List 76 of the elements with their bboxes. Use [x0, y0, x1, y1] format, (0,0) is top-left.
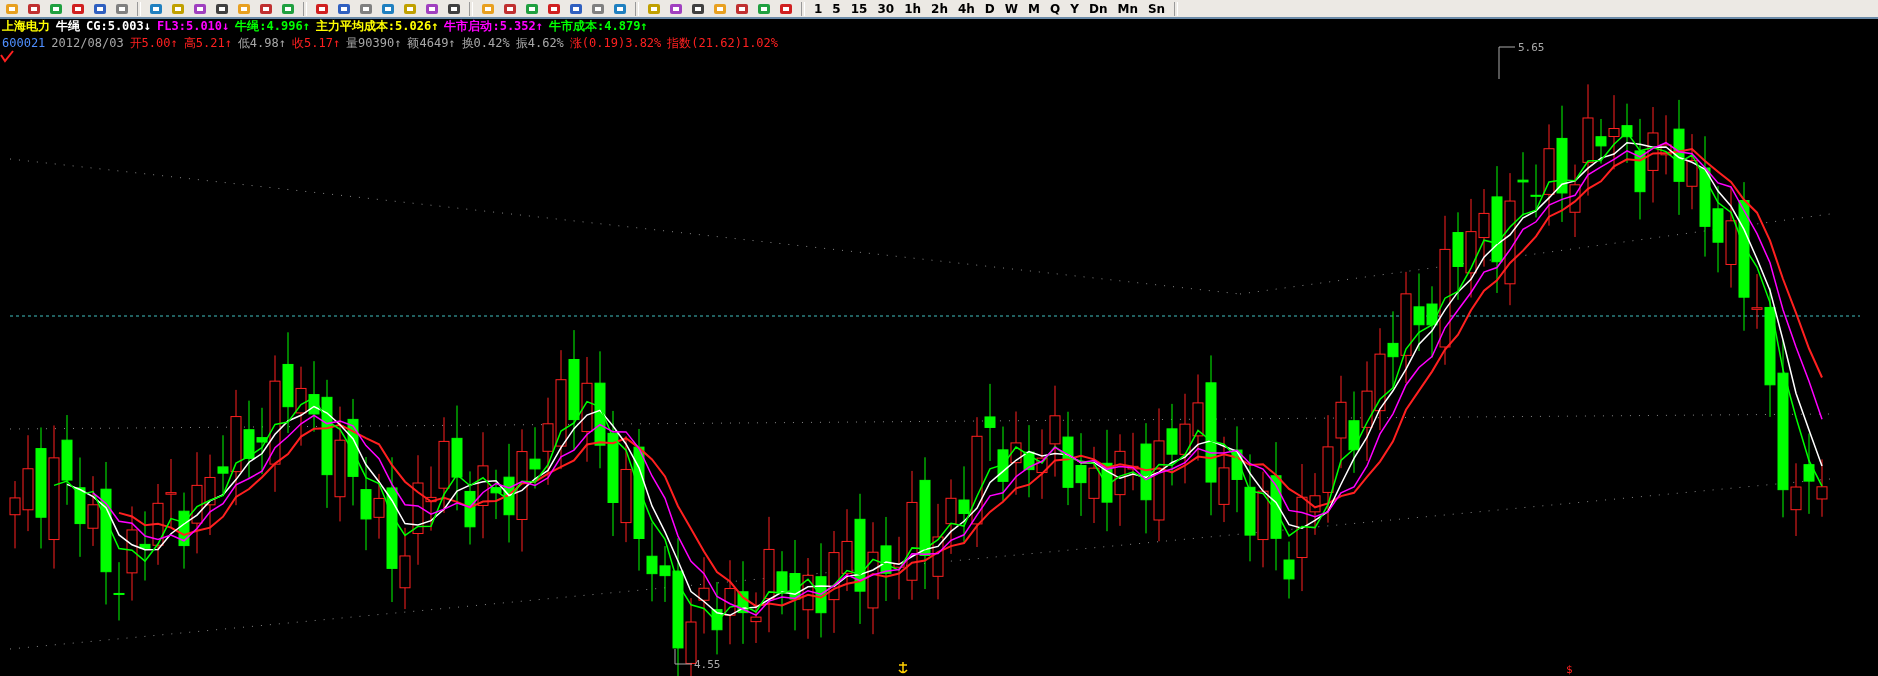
toolbar-glyph-icon: [669, 2, 683, 15]
indicator-value: 牛绳:4.996↑: [235, 19, 310, 34]
indicator-value: 牛市成本:4.879↑: [549, 19, 648, 34]
timeframe-button[interactable]: 4h: [953, 1, 979, 16]
quote-value: 2012/08/03: [51, 36, 124, 51]
toolbar-glyph-icon: [569, 2, 583, 15]
high-price-label: 5.65: [1518, 41, 1545, 54]
toolbar-glyph-icon: [757, 2, 771, 15]
quote-value: 低4.98↑: [237, 36, 286, 51]
timeframe-button[interactable]: 5: [828, 1, 845, 16]
quote-value: 指数(21.62)1.02%: [667, 36, 779, 51]
indicator-value: CG:5.003↓: [86, 19, 152, 34]
toolbar-glyph-icon: [425, 2, 439, 15]
toolbar-glyph-icon: [215, 2, 229, 15]
indicator-value: FL3:5.010↓: [157, 19, 230, 34]
toolbar-glyph-icon: [315, 2, 329, 15]
timeframe-button[interactable]: 30: [873, 1, 899, 16]
toolbar-glyph-icon: [503, 2, 517, 15]
toolbar-glyph-icon: [193, 2, 207, 15]
indicator-value: 上海电力: [2, 19, 50, 34]
toolbar-glyph-icon: [403, 2, 417, 15]
low-price-label: 4.55: [694, 658, 721, 671]
toolbar-glyph-icon: [259, 2, 273, 15]
timeframe-button[interactable]: Q: [1046, 1, 1065, 16]
timeframe-button[interactable]: 1: [810, 1, 827, 16]
timeframe-button[interactable]: D: [980, 1, 999, 16]
toolbar-glyph-icon: [337, 2, 351, 15]
anchor-icon: [898, 661, 908, 674]
toolbar-glyph-icon: [547, 2, 561, 15]
toolbar-glyph-icon: [779, 2, 793, 15]
toolbar-glyph-icon: [481, 2, 495, 15]
quote-value: 600021: [2, 36, 46, 51]
toolbar-glyph-icon: [691, 2, 705, 15]
toolbar-glyph-icon: [281, 2, 295, 15]
toolbar-glyph-icon: [591, 2, 605, 15]
toolbar-glyph-icon: [49, 2, 63, 15]
quote-value: 换0.42%: [461, 36, 510, 51]
timeframe-button[interactable]: W: [1000, 1, 1023, 16]
toolbar-glyph-icon: [447, 2, 461, 15]
quote-value: 收5.17↑: [292, 36, 341, 51]
toolbar-glyph-icon: [713, 2, 727, 15]
toolbar-glyph-icon: [525, 2, 539, 15]
toolbar-glyph-icon: [237, 2, 251, 15]
toolbar-glyph-icon: [27, 2, 41, 15]
quote-value: 涨(0.19)3.82%: [569, 36, 662, 51]
timeframe-button[interactable]: Mn: [1113, 1, 1142, 16]
toolbar-glyph-icon: [381, 2, 395, 15]
check-icon: [0, 50, 14, 63]
toolbar-glyph-icon: [613, 2, 627, 15]
toolbar-glyph-icon: [115, 2, 129, 15]
timeframe-button[interactable]: 15: [846, 1, 872, 16]
timeframe-button[interactable]: Dn: [1084, 1, 1112, 16]
leader-line: [674, 648, 693, 665]
indicator-value: 主力平均成本:5.026↑: [315, 19, 439, 34]
toolbar-glyph-icon: [71, 2, 85, 15]
quote-value: 额4649↑: [407, 36, 456, 51]
quote-value: 量90390↑: [346, 36, 402, 51]
timeframe-button[interactable]: Y: [1066, 1, 1083, 16]
timeframe-button[interactable]: Sn: [1143, 1, 1170, 16]
indicator-value: 牛绳: [56, 19, 80, 34]
toolbar-glyph-icon: [647, 2, 661, 15]
quote-value: 开5.00↑: [129, 36, 178, 51]
toolbar-glyph-icon: [171, 2, 185, 15]
quote-value: 高5.21↑: [183, 36, 232, 51]
toolbar-glyph-icon: [5, 2, 19, 15]
dollar-marker: $: [1566, 663, 1573, 676]
indicator-value: 牛市启动:5.352↑: [444, 19, 543, 34]
toolbar-glyph-icon: [359, 2, 373, 15]
leader-line: [1498, 46, 1516, 80]
timeframe-button[interactable]: 1h: [900, 1, 926, 16]
timeframe-button[interactable]: 2h: [927, 1, 952, 16]
timeframe-button[interactable]: M: [1024, 1, 1044, 16]
toolbar-glyph-icon: [149, 2, 163, 15]
quote-value: 振4.62%: [515, 36, 564, 51]
toolbar-glyph-icon: [93, 2, 107, 15]
toolbar-glyph-icon: [735, 2, 749, 15]
